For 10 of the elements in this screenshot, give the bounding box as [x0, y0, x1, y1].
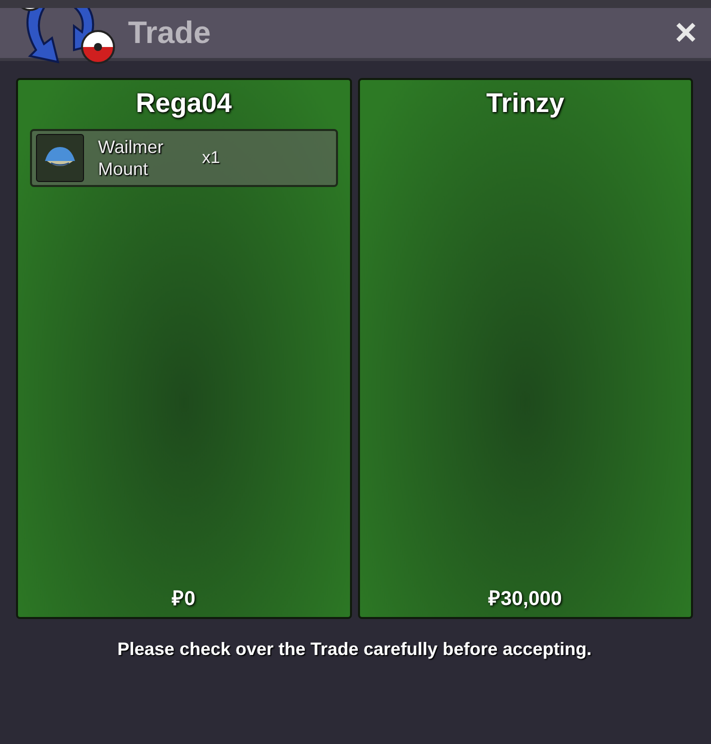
- item-slot[interactable]: Wailmer Mount x1: [30, 129, 338, 187]
- item-quantity: x1: [202, 148, 220, 168]
- money-amount: ₽0: [170, 587, 196, 611]
- window-title: Trade: [128, 15, 211, 51]
- close-button[interactable]: ×: [670, 14, 701, 52]
- player-name: Trinzy: [485, 88, 566, 119]
- money-amount: ₽30,000: [487, 587, 563, 611]
- player-name: Rega04: [134, 88, 233, 119]
- notice-text: Please check over the Trade carefully before accepting.: [116, 639, 593, 660]
- item-name: Wailmer Mount: [98, 136, 164, 180]
